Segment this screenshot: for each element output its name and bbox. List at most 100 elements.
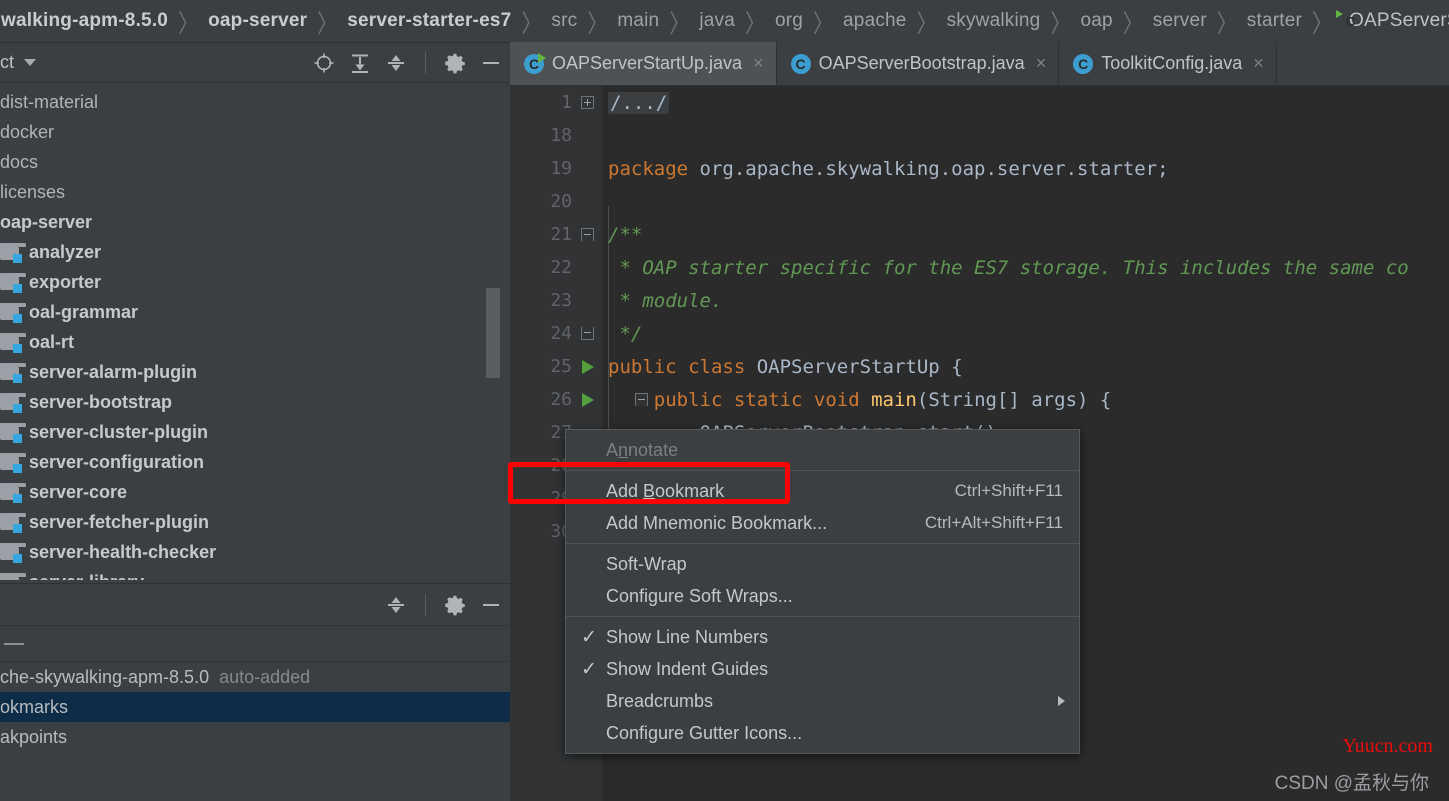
close-icon[interactable]: × xyxy=(1036,53,1047,74)
line-number: 22 xyxy=(550,257,572,278)
code-line: 22 * OAP starter specific for the ES7 st… xyxy=(510,251,1449,284)
collapse-all-icon[interactable] xyxy=(385,594,407,616)
gutter-marker[interactable] xyxy=(572,327,602,340)
java-class-run-icon xyxy=(524,52,546,74)
module-folder-icon xyxy=(0,393,27,413)
breadcrumb-item[interactable]: server-starter-es7 xyxy=(346,10,512,32)
breadcrumb-item[interactable]: oap-server xyxy=(207,10,308,32)
chevron-right-icon xyxy=(1058,696,1065,706)
gutter-marker[interactable] xyxy=(572,228,602,241)
project-tree-item[interactable]: server-cluster-plugin xyxy=(0,417,510,447)
minimize-icon[interactable] xyxy=(480,594,502,616)
code-line: 26 public static void main(String[] args… xyxy=(510,383,1449,416)
menu-item[interactable]: Configure Gutter Icons... xyxy=(566,717,1079,749)
menu-separator xyxy=(566,616,1079,617)
project-tree-item[interactable]: oap-server xyxy=(0,207,510,237)
breadcrumb-item[interactable]: skywalking xyxy=(946,10,1042,32)
breadcrumb-item[interactable]: server xyxy=(1152,10,1208,32)
menu-item[interactable]: Soft-Wrap xyxy=(566,548,1079,580)
gutter-marker[interactable] xyxy=(572,96,602,109)
breadcrumb-item[interactable]: starter xyxy=(1246,10,1303,32)
breadcrumb-item[interactable]: main xyxy=(616,10,660,32)
breadcrumb-item[interactable]: oap xyxy=(1079,10,1113,32)
project-tree-scrollbar[interactable] xyxy=(486,288,500,378)
code-token: * module. xyxy=(608,289,723,312)
module-folder-icon xyxy=(0,303,27,323)
project-tree-item[interactable]: server-bootstrap xyxy=(0,387,510,417)
favorites-list[interactable]: che-skywalking-apm-8.5.0 auto-added okmark… xyxy=(0,662,510,752)
menu-item[interactable]: Breadcrumbs xyxy=(566,685,1079,717)
project-tree-item-label: oap-server xyxy=(0,211,93,232)
breadcrumb-item[interactable]: apache xyxy=(842,10,908,32)
editor-tab[interactable]: OAPServerBootstrap.java × xyxy=(777,42,1060,85)
editor-tab[interactable]: OAPServerStartUp.java × xyxy=(510,42,777,85)
chevron-down-icon[interactable] xyxy=(24,59,37,66)
project-tree-item[interactable]: server-configuration xyxy=(0,447,510,477)
project-tree-item-label: server-bootstrap xyxy=(29,391,173,412)
menu-item-label: Configure Soft Wraps... xyxy=(606,585,793,606)
project-tree-item[interactable]: server-library xyxy=(0,567,510,580)
fold-collapse-icon[interactable] xyxy=(580,228,594,241)
close-icon[interactable]: × xyxy=(753,53,764,74)
minimize-icon[interactable] xyxy=(480,52,502,74)
project-tree-item[interactable]: docs xyxy=(0,147,510,177)
project-tree-item[interactable]: docker xyxy=(0,117,510,147)
toolbar-divider xyxy=(425,51,426,74)
menu-item[interactable]: ✓ Show Indent Guides xyxy=(566,653,1079,685)
project-tree-item[interactable]: server-alarm-plugin xyxy=(0,357,510,387)
module-folder-icon xyxy=(0,453,27,473)
project-tree-item[interactable]: exporter xyxy=(0,267,510,297)
project-tree-item[interactable]: server-fetcher-plugin xyxy=(0,507,510,537)
favorites-item[interactable]: che-skywalking-apm-8.5.0 auto-added xyxy=(0,662,510,692)
code-token: * OAP starter specific for the ES7 stora… xyxy=(608,256,1409,279)
collapse-all-icon[interactable] xyxy=(385,52,407,74)
project-tree-item[interactable]: licenses xyxy=(0,177,510,207)
favorites-item-label: che-skywalking-apm-8.5.0 xyxy=(0,666,210,687)
favorites-item[interactable]: akpoints xyxy=(0,722,510,752)
menu-item-label: Add Mnemonic Bookmark... xyxy=(606,512,828,533)
project-tree-item[interactable]: analyzer xyxy=(0,237,510,267)
module-folder-icon xyxy=(0,573,27,580)
breadcrumb-separator-icon: 〉 xyxy=(1216,10,1237,38)
editor-gutter-context-menu[interactable]: Annotate Add Bookmark Ctrl+Shift+F11 Add Mn… xyxy=(565,429,1080,754)
menu-item[interactable]: Add Bookmark Ctrl+Shift+F11 xyxy=(566,475,1079,507)
locate-icon[interactable] xyxy=(313,52,335,74)
code-line: 24 */ xyxy=(510,317,1449,350)
menu-item-label: Show Line Numbers xyxy=(606,626,769,647)
folded-region-placeholder[interactable]: /.../ xyxy=(608,91,670,114)
gutter-marker[interactable] xyxy=(572,392,602,407)
expand-all-icon[interactable] xyxy=(349,52,371,74)
project-tree[interactable]: dist-material docker docs licenses oap-serve… xyxy=(0,83,510,580)
menu-item[interactable]: Add Mnemonic Bookmark... Ctrl+Alt+Shift+F… xyxy=(566,507,1079,539)
editor-tab[interactable]: ToolkitConfig.java × xyxy=(1059,42,1277,85)
breadcrumb-item[interactable]: src xyxy=(550,10,578,32)
breadcrumb-item[interactable]: walking-apm-8.5.0 xyxy=(0,10,169,32)
favorites-item-badge: auto-added xyxy=(219,666,311,687)
breadcrumb-item[interactable]: org xyxy=(774,10,804,32)
fold-expand-icon[interactable] xyxy=(580,96,594,109)
menu-item[interactable]: Configure Soft Wraps... xyxy=(566,580,1079,612)
project-tree-item[interactable]: dist-material xyxy=(0,87,510,117)
run-gutter-icon[interactable] xyxy=(582,359,594,374)
close-icon[interactable]: × xyxy=(1253,53,1264,74)
project-tree-item[interactable]: oal-grammar xyxy=(0,297,510,327)
run-gutter-icon[interactable] xyxy=(582,392,594,407)
code-text: * OAP starter specific for the ES7 stora… xyxy=(602,256,1409,279)
gear-icon[interactable] xyxy=(444,52,466,74)
menu-item-shortcut: Ctrl+Alt+Shift+F11 xyxy=(924,513,1063,532)
project-tree-item[interactable]: server-core xyxy=(0,477,510,507)
project-tree-item[interactable]: server-health-checker xyxy=(0,537,510,567)
menu-item[interactable]: ✓ Show Line Numbers xyxy=(566,621,1079,653)
gutter-marker[interactable] xyxy=(572,359,602,374)
line-number: 27 xyxy=(550,422,572,443)
breadcrumb-separator-icon: 〉 xyxy=(1122,10,1143,38)
code-text: public static void main(String[] args) { xyxy=(602,389,1112,411)
breadcrumb-item[interactable]: java xyxy=(698,10,736,32)
fold-collapse-icon[interactable] xyxy=(635,393,648,406)
gear-icon[interactable] xyxy=(444,594,466,616)
line-number: 18 xyxy=(550,125,572,146)
project-tree-item[interactable]: oal-rt xyxy=(0,327,510,357)
fold-end-icon[interactable] xyxy=(580,327,594,340)
favorites-item-selected[interactable]: okmarks xyxy=(0,692,510,722)
line-number: 26 xyxy=(550,389,572,410)
